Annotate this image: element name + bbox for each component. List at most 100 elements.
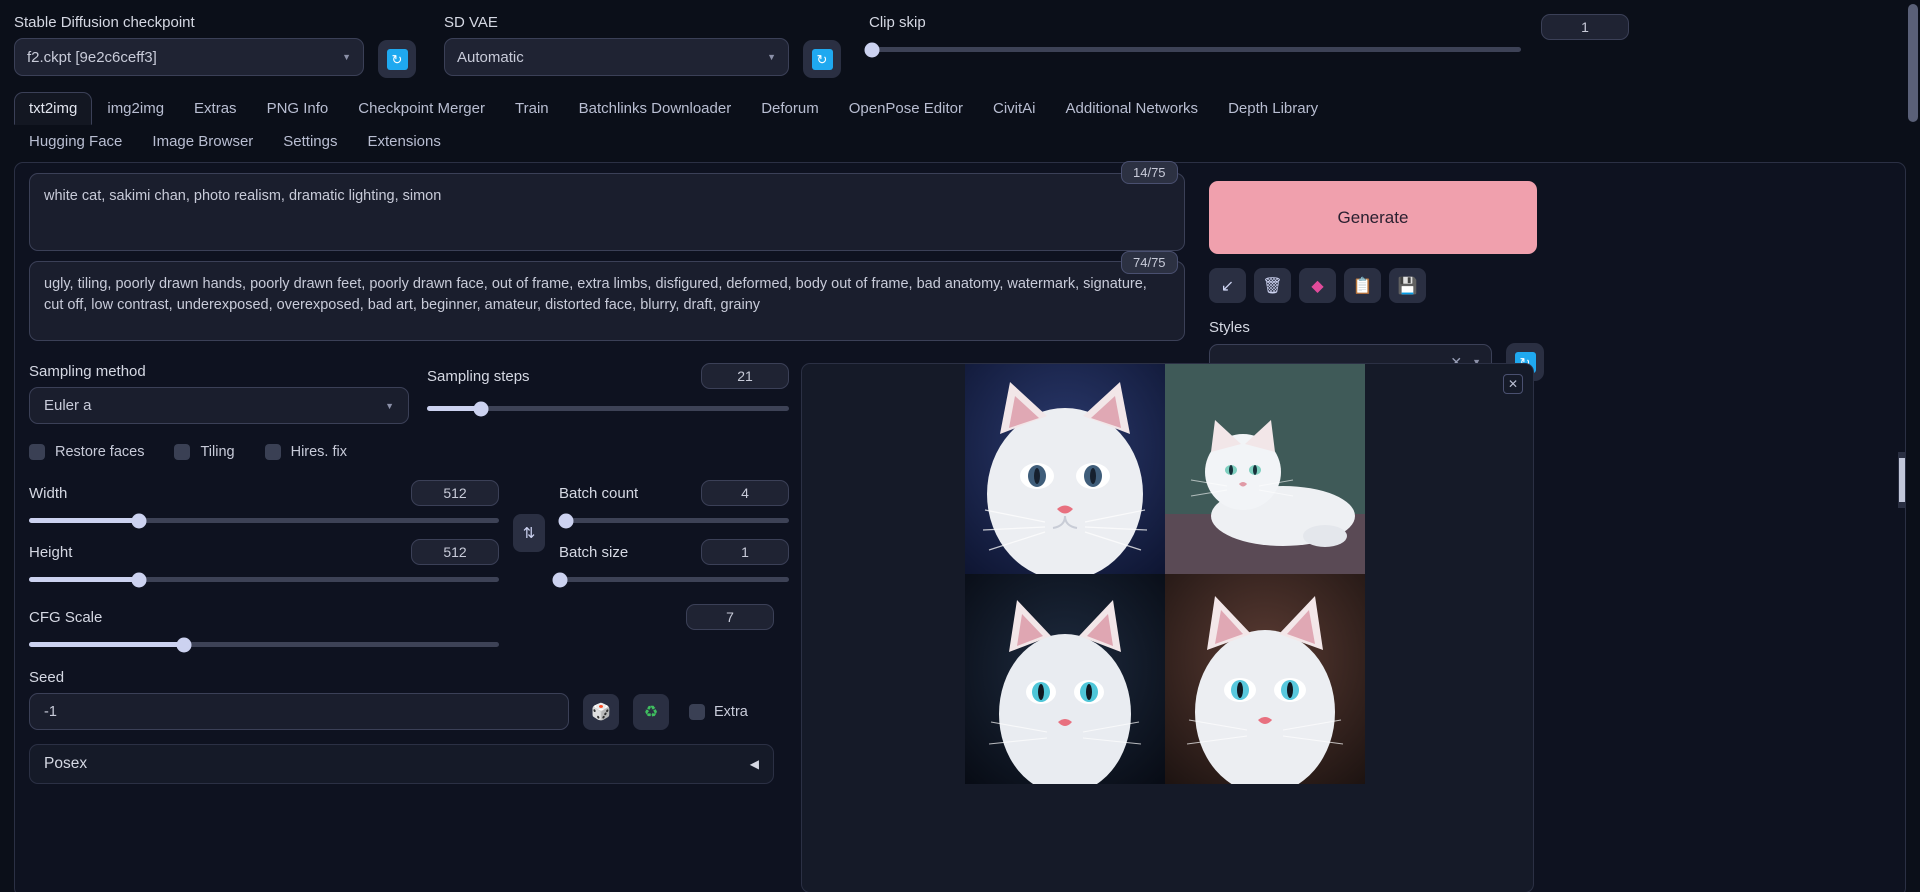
tab-hugging-face[interactable]: Hugging Face	[14, 125, 137, 158]
palette-button[interactable]: ◆	[1299, 268, 1336, 303]
tab-openpose-editor[interactable]: OpenPose Editor	[834, 92, 978, 125]
batch-count-value[interactable]: 4	[701, 480, 789, 506]
tab-image-browser[interactable]: Image Browser	[137, 125, 268, 158]
tab-deforum[interactable]: Deforum	[746, 92, 834, 125]
vae-label: SD VAE	[444, 14, 498, 31]
trash-button[interactable]: 🗑	[1254, 268, 1291, 303]
checkpoint-group: Stable Diffusion checkpoint f2.ckpt [9e2…	[14, 14, 364, 76]
result-gallery: ✕	[801, 363, 1534, 892]
clip-skip-value[interactable]: 1	[1541, 14, 1629, 40]
arrow-down-left-icon: ↙	[1220, 277, 1235, 295]
tab-row-primary: txt2img img2img Extras PNG Info Checkpoint M…	[14, 92, 1906, 125]
page-scrollbar-thumb[interactable]	[1908, 4, 1918, 122]
refresh-icon: ↻	[811, 48, 833, 70]
width-header: Width 512	[29, 480, 499, 506]
tab-additional-networks[interactable]: Additional Networks	[1051, 92, 1214, 125]
tab-batchlinks-downloader[interactable]: Batchlinks Downloader	[564, 92, 747, 125]
batch-count-header: Batch count 4	[559, 480, 789, 506]
tab-checkpoint-merger[interactable]: Checkpoint Merger	[343, 92, 500, 125]
tab-extensions[interactable]: Extensions	[352, 125, 455, 158]
checkpoint-dropdown[interactable]: f2.ckpt [9e2c6ceff3] ▼	[14, 38, 364, 76]
refresh-icon: ↻	[386, 48, 408, 70]
height-label: Height	[29, 543, 73, 561]
inner-scrollbar-thumb[interactable]	[1899, 458, 1905, 502]
batch-group: Batch count 4 Batch size 1	[552, 480, 789, 587]
clip-skip-slider[interactable]	[864, 42, 1521, 57]
tab-png-info[interactable]: PNG Info	[252, 92, 344, 125]
trash-icon: 🗑	[1262, 277, 1283, 295]
checkbox-box	[689, 703, 705, 720]
random-seed-button[interactable]: 🎲	[583, 693, 619, 730]
sampling-steps-slider[interactable]	[427, 401, 789, 416]
tab-txt2img[interactable]: txt2img	[14, 92, 93, 125]
save-button[interactable]: 💾	[1389, 268, 1426, 303]
top-bar: Stable Diffusion checkpoint f2.ckpt [9e2…	[14, 0, 1906, 88]
gallery-image-2[interactable]	[1165, 364, 1365, 574]
dimensions-row: Width 512 Height 512 ⇅ Batch count 4 Bat…	[29, 480, 789, 587]
image-grid	[965, 364, 1365, 784]
close-icon[interactable]: ✕	[1503, 374, 1523, 394]
refresh-vae-button[interactable]: ↻	[803, 40, 841, 78]
chevron-down-icon: ▼	[385, 400, 394, 411]
generate-button[interactable]: Generate	[1209, 181, 1537, 254]
extra-seed-checkbox[interactable]: Extra	[689, 703, 748, 720]
swap-dimensions-button[interactable]: ⇅	[513, 514, 545, 552]
tab-train[interactable]: Train	[500, 92, 564, 125]
inner-scrollbar[interactable]	[1898, 452, 1906, 508]
batch-size-label: Batch size	[559, 543, 629, 561]
checkbox-label: Hires. fix	[290, 444, 347, 460]
checkbox-label: Tiling	[200, 444, 235, 460]
white-cat-portrait-brown-bg	[1165, 574, 1365, 784]
batch-count-label: Batch count	[559, 484, 639, 502]
tab-settings[interactable]: Settings	[268, 125, 352, 158]
vae-dropdown[interactable]: Automatic ▼	[444, 38, 789, 76]
white-cat-portrait-dark-bg	[965, 574, 1165, 784]
page-scrollbar[interactable]	[1906, 0, 1920, 892]
height-value[interactable]: 512	[411, 539, 499, 565]
negative-token-counter: 74/75	[1121, 251, 1178, 274]
batch-count-slider[interactable]	[558, 513, 789, 528]
checkbox-hires-fix[interactable]: Hires. fix	[264, 444, 347, 460]
gallery-image-3[interactable]	[965, 574, 1165, 784]
batch-size-header: Batch size 1	[559, 539, 789, 565]
sampling-steps-group: Sampling steps 21	[427, 363, 789, 424]
sampling-method-value: Euler a	[44, 397, 92, 414]
positive-prompt-input[interactable]	[29, 173, 1185, 251]
seed-input[interactable]	[29, 693, 569, 730]
cfg-scale-value[interactable]: 7	[686, 604, 774, 630]
vae-group: SD VAE Automatic ▼	[444, 14, 789, 76]
checkbox-tiling[interactable]: Tiling	[174, 444, 235, 460]
arrow-down-left-button[interactable]: ↙	[1209, 268, 1246, 303]
refresh-checkpoint-button[interactable]: ↻	[378, 40, 416, 78]
reuse-seed-button[interactable]: ♻	[633, 693, 669, 730]
width-value[interactable]: 512	[411, 480, 499, 506]
checkbox-box	[174, 444, 191, 460]
width-slider[interactable]	[29, 513, 499, 528]
checkbox-restore-faces[interactable]: Restore faces	[29, 444, 144, 460]
height-slider[interactable]	[29, 572, 499, 587]
gallery-image-4[interactable]	[1165, 574, 1365, 784]
styles-label: Styles	[1209, 319, 1250, 336]
negative-prompt-input[interactable]	[29, 261, 1185, 341]
seed-label: Seed	[29, 669, 65, 686]
tab-row-secondary: Hugging Face Image Browser Settings Extensi…	[14, 125, 1906, 158]
dice-icon: 🎲	[591, 703, 611, 721]
toggle-row: Restore faces Tiling Hires. fix	[29, 444, 789, 460]
tab-extras[interactable]: Extras	[179, 92, 252, 125]
posex-accordion[interactable]: Posex ◀	[29, 744, 774, 784]
batch-size-slider[interactable]	[552, 572, 789, 587]
sampling-method-dropdown[interactable]: Euler a ▼	[29, 387, 409, 424]
save-icon: 💾	[1397, 277, 1418, 295]
width-label: Width	[29, 484, 68, 502]
cfg-scale-group: CFG Scale 7	[29, 604, 774, 652]
clipboard-button[interactable]: 📋	[1344, 268, 1381, 303]
tab-depth-library[interactable]: Depth Library	[1213, 92, 1333, 125]
sampling-steps-label: Sampling steps	[427, 367, 530, 385]
tab-img2img[interactable]: img2img	[92, 92, 179, 125]
batch-size-value[interactable]: 1	[701, 539, 789, 565]
prompt-area: 14/75 74/75	[29, 161, 1891, 341]
tab-civitai[interactable]: CivitAi	[978, 92, 1051, 125]
cfg-scale-slider[interactable]	[29, 637, 499, 652]
gallery-image-1[interactable]	[965, 364, 1165, 574]
sampling-steps-value[interactable]: 21	[701, 363, 789, 389]
